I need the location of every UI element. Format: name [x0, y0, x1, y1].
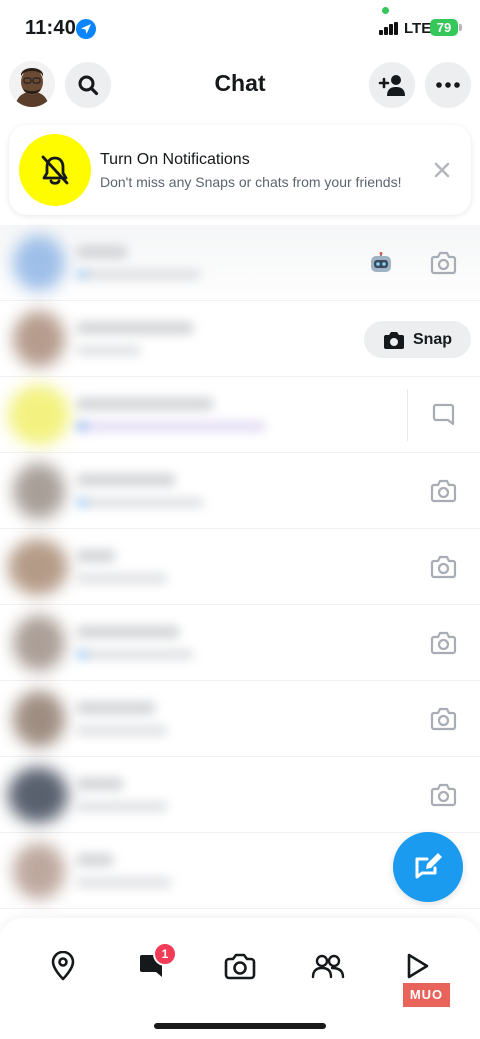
- camera-icon[interactable]: [430, 250, 457, 276]
- status-time: 11:40: [25, 17, 77, 39]
- chat-status-blurred: [76, 269, 201, 280]
- chat-avatar: [13, 843, 65, 899]
- map-icon: [51, 951, 75, 981]
- home-indicator[interactable]: [154, 1023, 326, 1029]
- chat-name-blurred: [76, 701, 156, 715]
- nav-camera[interactable]: [222, 948, 258, 984]
- chat-list: Snap: [0, 225, 480, 915]
- bottom-nav: [19, 938, 461, 994]
- friends-icon: [311, 954, 345, 979]
- chat-name-blurred: [76, 549, 116, 563]
- more-icon: [436, 82, 460, 88]
- chat-avatar: [13, 311, 65, 367]
- camera-icon[interactable]: [430, 478, 457, 504]
- chat-bubble-icon[interactable]: [431, 402, 456, 427]
- notifications-subtitle: Don't miss any Snaps or chats from your …: [100, 174, 402, 190]
- chat-status-blurred: [76, 649, 194, 660]
- chat-status-blurred: [76, 421, 266, 432]
- compose-icon: [415, 853, 442, 879]
- chat-avatar: [13, 463, 65, 519]
- chat-row[interactable]: [0, 681, 480, 757]
- location-arrow-icon: [76, 19, 96, 39]
- snap-button[interactable]: Snap: [364, 321, 471, 358]
- chat-row[interactable]: [0, 757, 480, 833]
- play-icon: [407, 953, 429, 979]
- signal-icon: [379, 22, 400, 35]
- chat-avatar: [13, 235, 65, 291]
- watermark-logo: MUO: [403, 983, 450, 1007]
- chat-avatar: [8, 767, 68, 823]
- chat-avatar: [13, 615, 65, 671]
- chat-name-blurred: [76, 397, 214, 411]
- chat-row[interactable]: [0, 605, 480, 681]
- camera-filled-icon: [383, 331, 404, 349]
- new-chat-button[interactable]: [393, 832, 463, 902]
- chat-row[interactable]: [0, 377, 480, 453]
- chat-avatar: [8, 539, 68, 595]
- battery-tip: [459, 24, 462, 31]
- battery-icon: 79: [430, 19, 458, 36]
- chat-status-blurred: [76, 877, 172, 888]
- camera-icon[interactable]: [430, 782, 457, 808]
- row-divider: [407, 389, 408, 441]
- chat-status-blurred: [76, 573, 168, 584]
- bell-off-icon: [19, 134, 91, 206]
- header: Chat: [0, 58, 480, 114]
- chat-status-blurred: [76, 725, 168, 736]
- chat-name-blurred: [76, 777, 124, 791]
- robot-emoji-icon: [371, 252, 391, 272]
- camera-icon[interactable]: [430, 554, 457, 580]
- more-options-button[interactable]: [425, 62, 471, 108]
- close-icon[interactable]: [433, 161, 451, 179]
- chat-name-blurred: [76, 625, 180, 639]
- status-bar: 11:40 LTE 79: [0, 0, 480, 58]
- chat-row[interactable]: [0, 225, 480, 301]
- chat-name-blurred: [76, 321, 194, 335]
- chat-unread-badge: 1: [153, 942, 177, 966]
- chat-status-blurred: [76, 801, 168, 812]
- add-friend-icon: [378, 75, 405, 96]
- chat-name-blurred: [76, 853, 114, 867]
- chat-status-blurred: [76, 497, 204, 508]
- notifications-banner[interactable]: Turn On Notifications Don't miss any Sna…: [9, 125, 471, 215]
- chat-row[interactable]: Snap: [0, 301, 480, 377]
- chat-row[interactable]: [0, 453, 480, 529]
- camera-icon[interactable]: [430, 630, 457, 656]
- camera-icon[interactable]: [430, 706, 457, 732]
- nav-friends[interactable]: [310, 948, 346, 984]
- chat-name-blurred: [76, 245, 128, 259]
- chat-avatar: [13, 691, 65, 747]
- chat-row[interactable]: [0, 529, 480, 605]
- nav-spotlight[interactable]: [399, 948, 435, 984]
- add-friend-button[interactable]: [369, 62, 415, 108]
- camera-in-use-indicator: [382, 7, 389, 14]
- notifications-title: Turn On Notifications: [100, 151, 250, 168]
- chat-status-blurred: [76, 345, 141, 356]
- snap-button-label: Snap: [412, 330, 453, 348]
- chat-name-blurred: [76, 473, 176, 487]
- network-type: LTE: [404, 20, 432, 37]
- nav-map[interactable]: [45, 948, 81, 984]
- chat-avatar: [8, 385, 70, 445]
- camera-icon: [224, 953, 256, 980]
